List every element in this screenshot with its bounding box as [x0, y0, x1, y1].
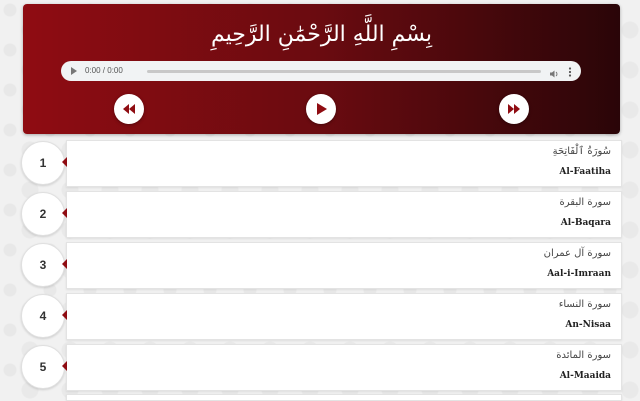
header-banner: بِسْمِ اللَّهِ الرَّحْمَٰنِ الرَّحِيمِ 0… [23, 4, 620, 134]
fast-forward-icon [507, 104, 521, 114]
audio-time: 0:00 / 0:00 [85, 66, 123, 75]
fast-forward-button[interactable] [499, 94, 529, 124]
surah-arabic-name: سورة المائدة [556, 350, 611, 361]
surah-number-badge: 1 [21, 141, 65, 185]
surah-row-aal-i-imraan[interactable]: سورة آل عمران Aal-i-Imraan [62, 242, 622, 289]
surah-number-badge: 2 [21, 192, 65, 236]
surah-arabic-name: سورة آل عمران [543, 248, 611, 259]
row-marker [62, 259, 67, 269]
surah-row-al-faatiha[interactable]: سُورَةُ ٱلْفَاتِحَةِ Al-Faatiha [62, 140, 622, 187]
audio-progress-bar[interactable] [147, 70, 541, 73]
surah-row-al-baqara[interactable]: سورة البقرة Al-Baqara [62, 191, 622, 238]
surah-name: Aal-i-Imraan [547, 269, 611, 279]
surah-row-al-maaida[interactable]: سورة المائدة Al-Maaida [62, 344, 622, 391]
play-icon[interactable] [71, 67, 77, 75]
surah-arabic-name: سورة النساء [558, 299, 611, 310]
surah-number-badge: 3 [21, 243, 65, 287]
surah-row-an-nisaa[interactable]: سورة النساء An-Nisaa [62, 293, 622, 340]
row-marker [62, 208, 67, 218]
more-vertical-icon[interactable] [567, 65, 573, 77]
play-icon [315, 103, 327, 115]
row-marker [62, 157, 67, 167]
audio-player[interactable]: 0:00 / 0:00 [61, 61, 581, 81]
bismillah-title: بِسْمِ اللَّهِ الرَّحْمَٰنِ الرَّحِيمِ [210, 22, 433, 47]
surah-name: Al-Baqara [560, 218, 611, 228]
surah-arabic-name: سُورَةُ ٱلْفَاتِحَةِ [552, 146, 611, 157]
surah-name: Al-Maaida [559, 371, 611, 381]
row-marker [62, 361, 67, 371]
volume-icon[interactable] [549, 66, 559, 78]
surah-number-badge: 4 [21, 294, 65, 338]
surah-name: Al-Faatiha [559, 167, 611, 177]
rewind-button[interactable] [114, 94, 144, 124]
play-button[interactable] [306, 94, 336, 124]
rewind-icon [122, 104, 136, 114]
surah-name: An-Nisaa [565, 320, 611, 330]
row-marker [62, 310, 67, 320]
surah-number-badge: 5 [21, 345, 65, 389]
surah-arabic-name: سورة البقرة [559, 197, 611, 208]
